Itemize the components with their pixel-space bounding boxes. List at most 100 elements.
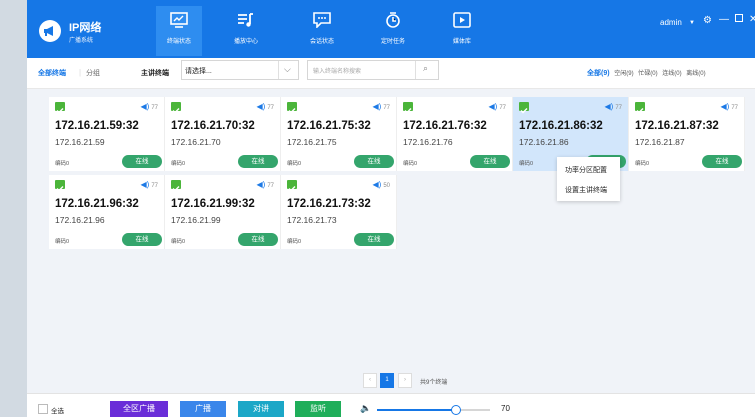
- status-badge: 在线: [122, 233, 162, 246]
- terminal-volume: 50: [383, 183, 390, 189]
- checkbox-icon[interactable]: [171, 102, 181, 114]
- chat-icon: [313, 12, 331, 28]
- search-icon[interactable]: ⌕: [423, 63, 428, 74]
- status-tab-all[interactable]: 全部(9): [587, 70, 610, 77]
- nav-scheduled-tasks[interactable]: 定时任务: [370, 6, 416, 56]
- terminal-volume: 77: [499, 105, 506, 111]
- divider: |: [79, 68, 82, 77]
- terminal-title: 172.16.21.73:32: [287, 198, 371, 210]
- checkbox-icon[interactable]: [635, 102, 645, 114]
- all-zone-broadcast-button[interactable]: 全区广播: [110, 401, 168, 417]
- terminal-code: 编码0: [55, 239, 70, 245]
- checkbox-icon[interactable]: [55, 180, 65, 192]
- terminal-card[interactable]: ◀) 50 172.16.21.73:32 172.16.21.73 编码0 在线: [281, 175, 397, 249]
- intercom-button[interactable]: 对讲: [238, 401, 284, 417]
- terminal-ip: 172.16.21.70: [171, 137, 221, 147]
- chevron-down-icon: ⌵: [284, 64, 291, 74]
- volume-slider-knob[interactable]: [451, 405, 462, 415]
- maximize-icon[interactable]: [735, 14, 743, 24]
- chevron-down-icon[interactable]: ▼: [689, 20, 695, 26]
- terminal-volume: 77: [615, 105, 622, 111]
- terminal-code: 编码0: [635, 161, 650, 167]
- volume-indicator: ◀) 77: [488, 102, 506, 111]
- terminal-title: 172.16.21.75:32: [287, 120, 371, 132]
- context-menu: 功率分区配置 设置主讲终端: [557, 157, 620, 201]
- timer-icon: [386, 12, 400, 28]
- volume-indicator: ◀) 77: [140, 102, 158, 111]
- terminal-card[interactable]: ◀) 77 172.16.21.59:32 172.16.21.59 编码0 在线: [49, 97, 165, 171]
- prev-page-button[interactable]: ‹: [363, 373, 377, 388]
- terminal-code: 编码0: [403, 161, 418, 167]
- terminal-title: 172.16.21.76:32: [403, 120, 487, 132]
- menu-item-power-zone[interactable]: 功率分区配置: [565, 165, 607, 175]
- terminal-volume: 77: [383, 105, 390, 111]
- checkbox-icon[interactable]: [287, 180, 297, 192]
- volume-indicator: ◀) 77: [372, 102, 390, 111]
- terminal-card[interactable]: ◀) 77 172.16.21.87:32 172.16.21.87 编码0 在线: [629, 97, 745, 171]
- search-input[interactable]: 输入终端名称搜索: [313, 66, 361, 75]
- terminal-card[interactable]: ◀) 77 172.16.21.76:32 172.16.21.76 编码0 在线: [397, 97, 513, 171]
- nav-label: 会话状态: [309, 39, 334, 45]
- status-badge: 在线: [354, 155, 394, 168]
- terminal-code: 编码0: [519, 161, 534, 167]
- terminal-ip: 172.16.21.86: [519, 137, 569, 147]
- monitor-button[interactable]: 监听: [295, 401, 341, 417]
- nav-play-center[interactable]: 播放中心: [223, 6, 269, 56]
- terminal-title: 172.16.21.70:32: [171, 120, 255, 132]
- status-tab-idle[interactable]: 空闲(9): [614, 71, 633, 77]
- terminal-card[interactable]: ◀) 77 172.16.21.99:32 172.16.21.99 编码0 在线: [165, 175, 281, 249]
- app-title: IP网络: [69, 22, 102, 34]
- terminal-card[interactable]: ◀) 77 172.16.21.70:32 172.16.21.70 编码0 在线: [165, 97, 281, 171]
- broadcast-button[interactable]: 广播: [180, 401, 226, 417]
- main-terminal-label: 主讲终端: [141, 70, 169, 77]
- main-terminal-select[interactable]: 请选择... ⌵: [181, 60, 299, 80]
- terminal-panel: ◀) 77 172.16.21.59:32 172.16.21.59 编码0 在线 ◀) 77…: [27, 89, 755, 393]
- status-badge: 在线: [238, 155, 278, 168]
- checkbox-icon[interactable]: [287, 102, 297, 114]
- checkbox-icon[interactable]: [519, 102, 529, 114]
- terminal-count: 共9个终端: [420, 380, 448, 386]
- nav-media-library[interactable]: 媒体库: [439, 6, 485, 56]
- nav-session-status[interactable]: 会话状态: [299, 6, 345, 56]
- terminal-ip: 172.16.21.87: [635, 137, 685, 147]
- volume-indicator: ◀) 77: [720, 102, 738, 111]
- user-name[interactable]: admin: [660, 18, 682, 27]
- next-page-button[interactable]: ›: [398, 373, 412, 388]
- terminal-title: 172.16.21.59:32: [55, 120, 139, 132]
- checkbox-icon[interactable]: [55, 102, 65, 114]
- terminal-title: 172.16.21.86:32: [519, 120, 603, 132]
- terminal-ip: 172.16.21.59: [55, 137, 105, 147]
- minimize-icon[interactable]: —: [719, 14, 729, 25]
- status-badge: 在线: [702, 155, 742, 168]
- terminal-title: 172.16.21.96:32: [55, 198, 139, 210]
- checkbox-icon[interactable]: [403, 102, 413, 114]
- speaker-icon: ◀): [140, 180, 150, 189]
- divider: [415, 61, 416, 79]
- status-tab-busy[interactable]: 忙碌(0): [638, 71, 657, 77]
- terminal-title: 172.16.21.87:32: [635, 120, 719, 132]
- status-tab-connected[interactable]: 连线(0): [662, 71, 681, 77]
- volume-slider[interactable]: [377, 405, 490, 415]
- search-box[interactable]: 输入终端名称搜索 ⌕: [307, 60, 439, 80]
- status-tab-offline[interactable]: 离线(0): [686, 71, 705, 77]
- nav-label: 终端状态: [166, 39, 191, 45]
- divider: [278, 61, 279, 79]
- terminal-volume: 77: [267, 105, 274, 111]
- checkbox-icon[interactable]: [171, 180, 181, 192]
- tab-all-terminals[interactable]: 全部终端: [38, 68, 66, 78]
- menu-item-set-main[interactable]: 设置主讲终端: [565, 185, 607, 195]
- nav-terminal-status[interactable]: 终端状态: [156, 6, 202, 56]
- nav-label: 媒体库: [452, 39, 471, 45]
- speaker-icon: ◀): [256, 102, 266, 111]
- terminal-title: 172.16.21.99:32: [171, 198, 255, 210]
- close-icon[interactable]: ✕: [749, 14, 755, 25]
- terminal-card[interactable]: ◀) 77 172.16.21.96:32 172.16.21.96 编码0 在线: [49, 175, 165, 249]
- gear-icon[interactable]: ⚙: [703, 15, 712, 26]
- page-number[interactable]: 1: [380, 373, 394, 388]
- terminal-card[interactable]: ◀) 77 172.16.21.75:32 172.16.21.75 编码0 在线: [281, 97, 397, 171]
- volume-indicator: ◀) 77: [604, 102, 622, 111]
- nav-label: 播放中心: [233, 39, 258, 45]
- select-all-checkbox[interactable]: [38, 404, 48, 414]
- speaker-icon: 🔈: [360, 403, 372, 413]
- tab-group[interactable]: 分组: [86, 68, 100, 78]
